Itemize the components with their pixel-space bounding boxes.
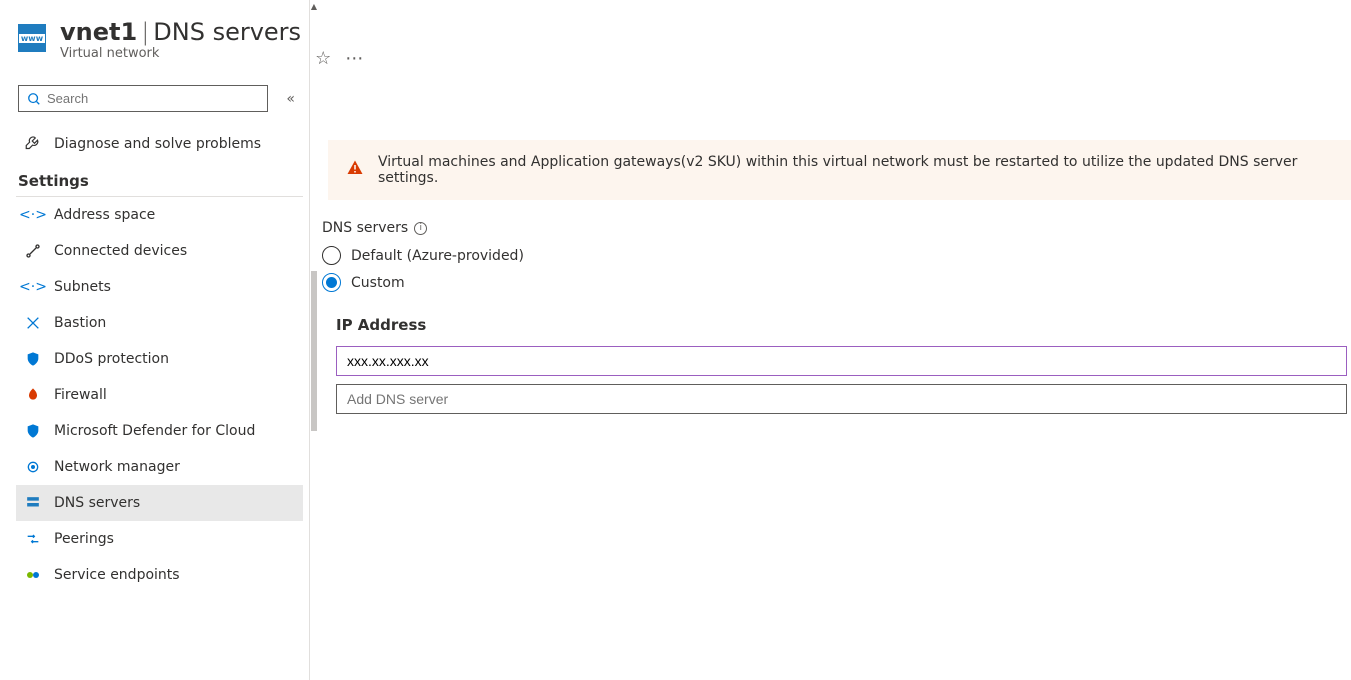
banner-text: Virtual machines and Application gateway… (378, 154, 1333, 186)
peerings-icon (24, 530, 42, 548)
sidebar-item-bastion[interactable]: Bastion (16, 305, 303, 341)
dns-servers-label: DNS servers (322, 220, 408, 236)
sidebar-item-dns-servers[interactable]: DNS servers (16, 485, 303, 521)
page-subtitle-crumb: DNS servers (153, 18, 301, 46)
network-manager-icon (24, 458, 42, 476)
sidebar-item-subnets[interactable]: <·> Subnets (16, 269, 303, 305)
sidebar-item-address-space[interactable]: <·> Address space (16, 197, 303, 233)
sidebar-label: DDoS protection (54, 351, 169, 367)
resource-name: vnet1 (60, 18, 137, 46)
sidebar-label: Firewall (54, 387, 107, 403)
resource-type: Virtual network (60, 46, 301, 61)
scroll-up-arrow-icon[interactable]: ▲ (311, 2, 317, 11)
sidebar-item-peerings[interactable]: Peerings (16, 521, 303, 557)
collapse-sidebar-icon[interactable]: « (286, 91, 295, 107)
radio-custom[interactable]: Custom (322, 273, 1347, 292)
sidebar-item-network-manager[interactable]: Network manager (16, 449, 303, 485)
subnets-icon: <·> (24, 278, 42, 296)
defender-shield-icon (24, 422, 42, 440)
ip-address-heading: IP Address (336, 316, 1347, 334)
sidebar-item-defender[interactable]: Microsoft Defender for Cloud (16, 413, 303, 449)
radio-label: Custom (351, 275, 405, 291)
search-icon (27, 92, 41, 106)
scroll-thumb[interactable] (311, 271, 317, 431)
sidebar-label: Diagnose and solve problems (54, 136, 261, 152)
vnet-resource-icon: www (18, 24, 46, 52)
sidebar-label: Connected devices (54, 243, 187, 259)
settings-section-header: Settings (16, 162, 303, 197)
sidebar-label: Bastion (54, 315, 106, 331)
sidebar-label: Network manager (54, 459, 180, 475)
sidebar-label: Peerings (54, 531, 114, 547)
radio-default-azure-provided[interactable]: Default (Azure-provided) (322, 246, 1347, 265)
add-dns-server-input[interactable] (336, 384, 1347, 414)
sidebar-item-firewall[interactable]: Firewall (16, 377, 303, 413)
shield-icon (24, 350, 42, 368)
dns-servers-radio-group: Default (Azure-provided) Custom (322, 246, 1347, 292)
connected-devices-icon (24, 242, 42, 260)
page-title: vnet1|DNS servers (60, 18, 301, 46)
info-icon[interactable]: i (414, 222, 427, 235)
firewall-icon (24, 386, 42, 404)
service-endpoints-icon (24, 566, 42, 584)
sidebar-label: Address space (54, 207, 155, 223)
sidebar-label: Service endpoints (54, 567, 180, 583)
info-banner: Virtual machines and Application gateway… (328, 140, 1351, 200)
address-space-icon: <·> (24, 206, 42, 224)
bastion-icon (24, 314, 42, 332)
sidebar-item-ddos[interactable]: DDoS protection (16, 341, 303, 377)
radio-label: Default (Azure-provided) (351, 248, 524, 264)
sidebar-item-connected-devices[interactable]: Connected devices (16, 233, 303, 269)
dns-servers-icon (24, 494, 42, 512)
warning-triangle-icon (346, 159, 364, 181)
sidebar-label: DNS servers (54, 495, 140, 511)
sidebar-label: Subnets (54, 279, 111, 295)
ip-address-input-1[interactable] (336, 346, 1347, 376)
sidebar-item-service-endpoints[interactable]: Service endpoints (16, 557, 303, 593)
search-box[interactable] (18, 85, 268, 112)
search-input[interactable] (47, 91, 259, 106)
sidebar-label: Microsoft Defender for Cloud (54, 423, 255, 439)
sidebar-item-diagnose[interactable]: Diagnose and solve problems (16, 126, 303, 162)
sidebar-scrollbar[interactable]: ▲ (310, 0, 318, 680)
wrench-icon (24, 135, 42, 153)
